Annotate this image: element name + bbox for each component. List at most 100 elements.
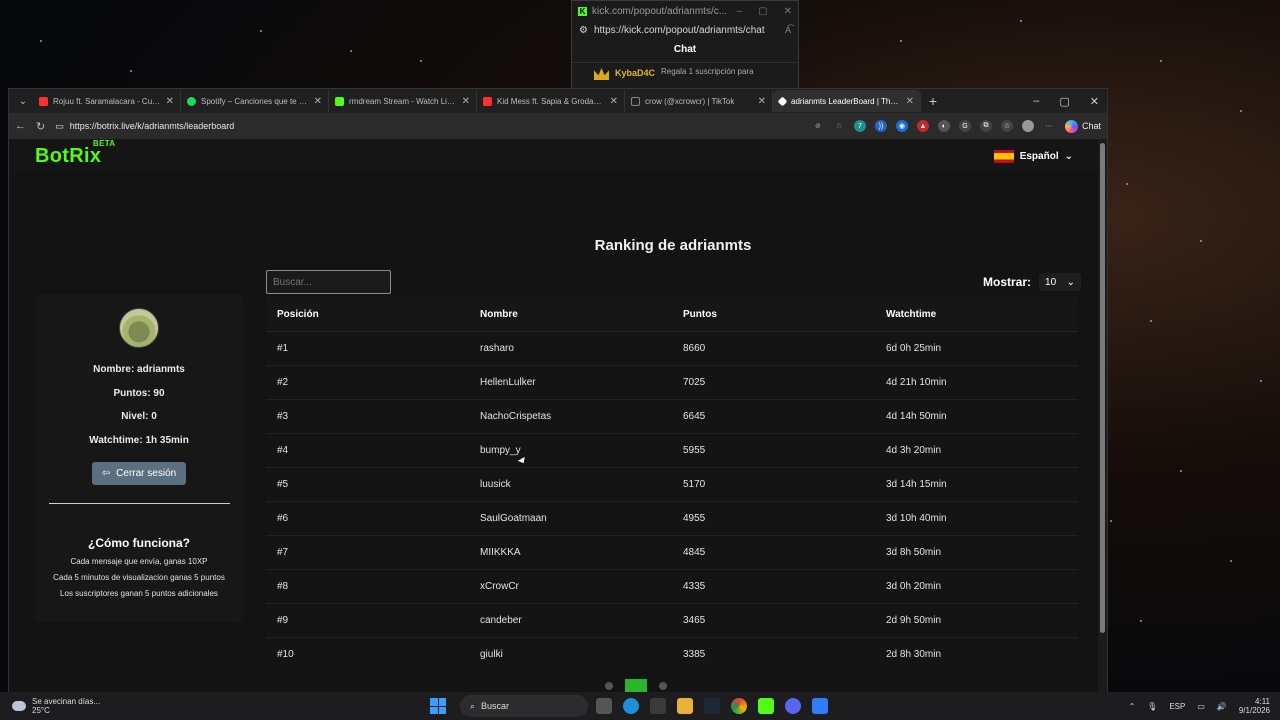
discord-icon[interactable] [785,698,801,714]
favorites-icon[interactable]: ☆ [1000,120,1013,132]
maximize-button[interactable]: ▢ [1059,95,1069,108]
table-row: #5 luusick 5170 3d 14h 15min [266,467,1078,501]
windows-start-icon[interactable] [430,698,446,714]
profile-card: Nombre: adrianmts Puntos: 90 Nivel: 0 Wa… [35,294,243,622]
maximize-button[interactable]: ▢ [758,6,767,17]
kick-studio-icon[interactable] [758,698,774,714]
tray-overflow-icon[interactable]: ⌃ [1128,702,1135,711]
close-tab-icon[interactable]: ✕ [758,96,766,107]
tab-actions-menu-icon[interactable]: ⌄ [13,96,33,107]
close-tab-icon[interactable]: ✕ [906,96,914,107]
weather-temp: 25°C [32,706,50,715]
chat-message: KybaD4C Regala 1 suscripción para [572,63,798,85]
tracking-prevention-icon[interactable]: ⊘ [812,120,824,132]
lock-icon[interactable]: ▭ [55,121,64,132]
tab-botrix-active[interactable]: adrianmts LeaderBoard | The best ✕ [773,90,921,112]
store-icon[interactable] [650,698,666,714]
keyboard-language[interactable]: ESP [1169,702,1185,711]
page-title: Ranking de adrianmts [594,237,752,254]
popout-address-bar[interactable]: ⚙ https://kick.com/popout/adrianmts/chat… [575,21,795,39]
cell-watchtime: 3d 8h 50min [886,547,942,558]
extension-icon[interactable]: 7 [853,120,866,132]
app-icon[interactable] [812,698,828,714]
cell-points: 7025 [683,377,706,388]
reload-icon[interactable]: ↻ [36,120,45,133]
column-header-points[interactable]: Puntos [672,309,875,320]
new-tab-icon[interactable]: + [921,93,945,109]
chat-username[interactable]: KybaD4C [615,68,655,78]
microphone-icon[interactable]: 🎙 [1147,702,1157,711]
cell-watchtime: 3d 10h 40min [886,513,947,524]
pagination-prev-icon[interactable] [605,682,613,690]
close-button[interactable]: ✕ [784,6,792,17]
tab-spotify[interactable]: Spotify – Canciones que te gustan ✕ [181,90,329,112]
profile-name: Nombre: adrianmts [93,364,185,375]
table-row: #9 candeber 3465 2d 9h 50min [266,603,1078,637]
profile-level: Nivel: 0 [121,411,157,422]
extension-icon[interactable]: )) [874,120,887,132]
tab-tiktok[interactable]: crow (@xcrowcr) | TikTok ✕ [625,90,773,112]
volume-icon[interactable]: 🔊 [1217,702,1227,711]
close-button[interactable]: ✕ [1090,95,1099,108]
kick-icon: K [578,6,587,16]
profile-avatar-icon[interactable] [1021,120,1034,132]
file-explorer-icon[interactable] [677,698,693,714]
logout-button[interactable]: ⇦ Cerrar sesión [92,462,186,485]
pagination-current-page[interactable] [625,679,647,693]
tab-youtube-1[interactable]: Rojuu ft. Saramalacara - Cuando ✕ [33,90,181,112]
taskbar-search[interactable]: ⌕ Buscar [460,695,588,717]
clock[interactable]: 4:11 9/1/2026 [1239,697,1270,715]
language-selector[interactable]: Español ⌄ [993,149,1073,163]
back-icon[interactable]: ← [15,120,26,132]
browser-toolbar: ← ↻ ▭ https://botrix.live/k/adrianmts/le… [9,113,1107,139]
extension-icon[interactable]: ▲ [916,120,929,132]
favorite-star-icon[interactable]: ☆ [833,120,845,132]
logout-label: Cerrar sesión [116,468,177,479]
column-header-name[interactable]: Nombre [469,309,672,320]
scrollbar-thumb[interactable] [1100,143,1105,633]
pagination-next-icon[interactable] [659,682,667,690]
close-tab-icon[interactable]: ✕ [314,96,322,107]
extension-icon[interactable]: ◐ [937,120,950,132]
extensions-puzzle-icon[interactable]: ⧉ [979,120,992,132]
table-row: #6 SaulGoatmaan 4955 3d 10h 40min [266,501,1078,535]
chrome-icon[interactable] [731,698,747,714]
tab-youtube-2[interactable]: Kid Mess ft. Sapia & Grodayz - Se ✕ [477,90,625,112]
chat-message-text: Regala 1 suscripción para [661,67,754,76]
close-tab-icon[interactable]: ✕ [462,96,470,107]
windows-taskbar: Se avecinan días... 25°C ⌕ Buscar ⌃ 🎙 ES… [0,692,1280,720]
beta-badge: BETA [93,139,116,148]
taskbar-search-label: Buscar [481,701,510,711]
botrix-logo[interactable]: BotRix BETA [35,139,115,168]
more-menu-icon[interactable]: ⋯ [1043,120,1055,132]
table-header: Posición Nombre Puntos Watchtime [266,297,1078,331]
read-aloud-icon[interactable]: A͡ [785,25,791,35]
cell-points: 5170 [683,479,706,490]
cell-watchtime: 6d 0h 25min [886,343,942,354]
tab-label: rmdream Stream - Watch Live on [349,96,457,106]
minimize-button[interactable]: – [737,6,743,17]
extension-icon[interactable]: G [958,120,971,132]
tab-kick[interactable]: rmdream Stream - Watch Live on ✕ [329,90,477,112]
search-input[interactable] [266,270,391,294]
close-tab-icon[interactable]: ✕ [166,96,174,107]
copilot-chat-button[interactable]: Chat [1064,119,1101,133]
steam-icon[interactable] [704,698,720,714]
address-bar[interactable]: ▭ https://botrix.live/k/adrianmts/leader… [55,121,802,132]
cell-position: #3 [277,411,289,422]
close-tab-icon[interactable]: ✕ [610,96,618,107]
page-scrollbar[interactable] [1098,139,1107,693]
network-icon[interactable]: ▭ [1197,702,1205,711]
site-info-icon[interactable]: ⚙ [579,25,588,36]
show-label: Mostrar: [983,275,1032,289]
weather-widget[interactable]: Se avecinan días... 25°C [0,697,430,715]
minimize-button[interactable]: – [1033,95,1039,108]
column-header-position[interactable]: Posición [266,309,469,320]
page-size-select[interactable]: 10 ⌄ [1039,273,1082,291]
edge-icon[interactable] [623,698,639,714]
tab-label: Kid Mess ft. Sapia & Grodayz - Se [497,96,605,106]
task-view-icon[interactable] [596,698,612,714]
logo-text: BotRix [35,144,102,167]
extension-icon[interactable]: ◉ [895,120,908,132]
column-header-watchtime[interactable]: Watchtime [875,309,1078,320]
